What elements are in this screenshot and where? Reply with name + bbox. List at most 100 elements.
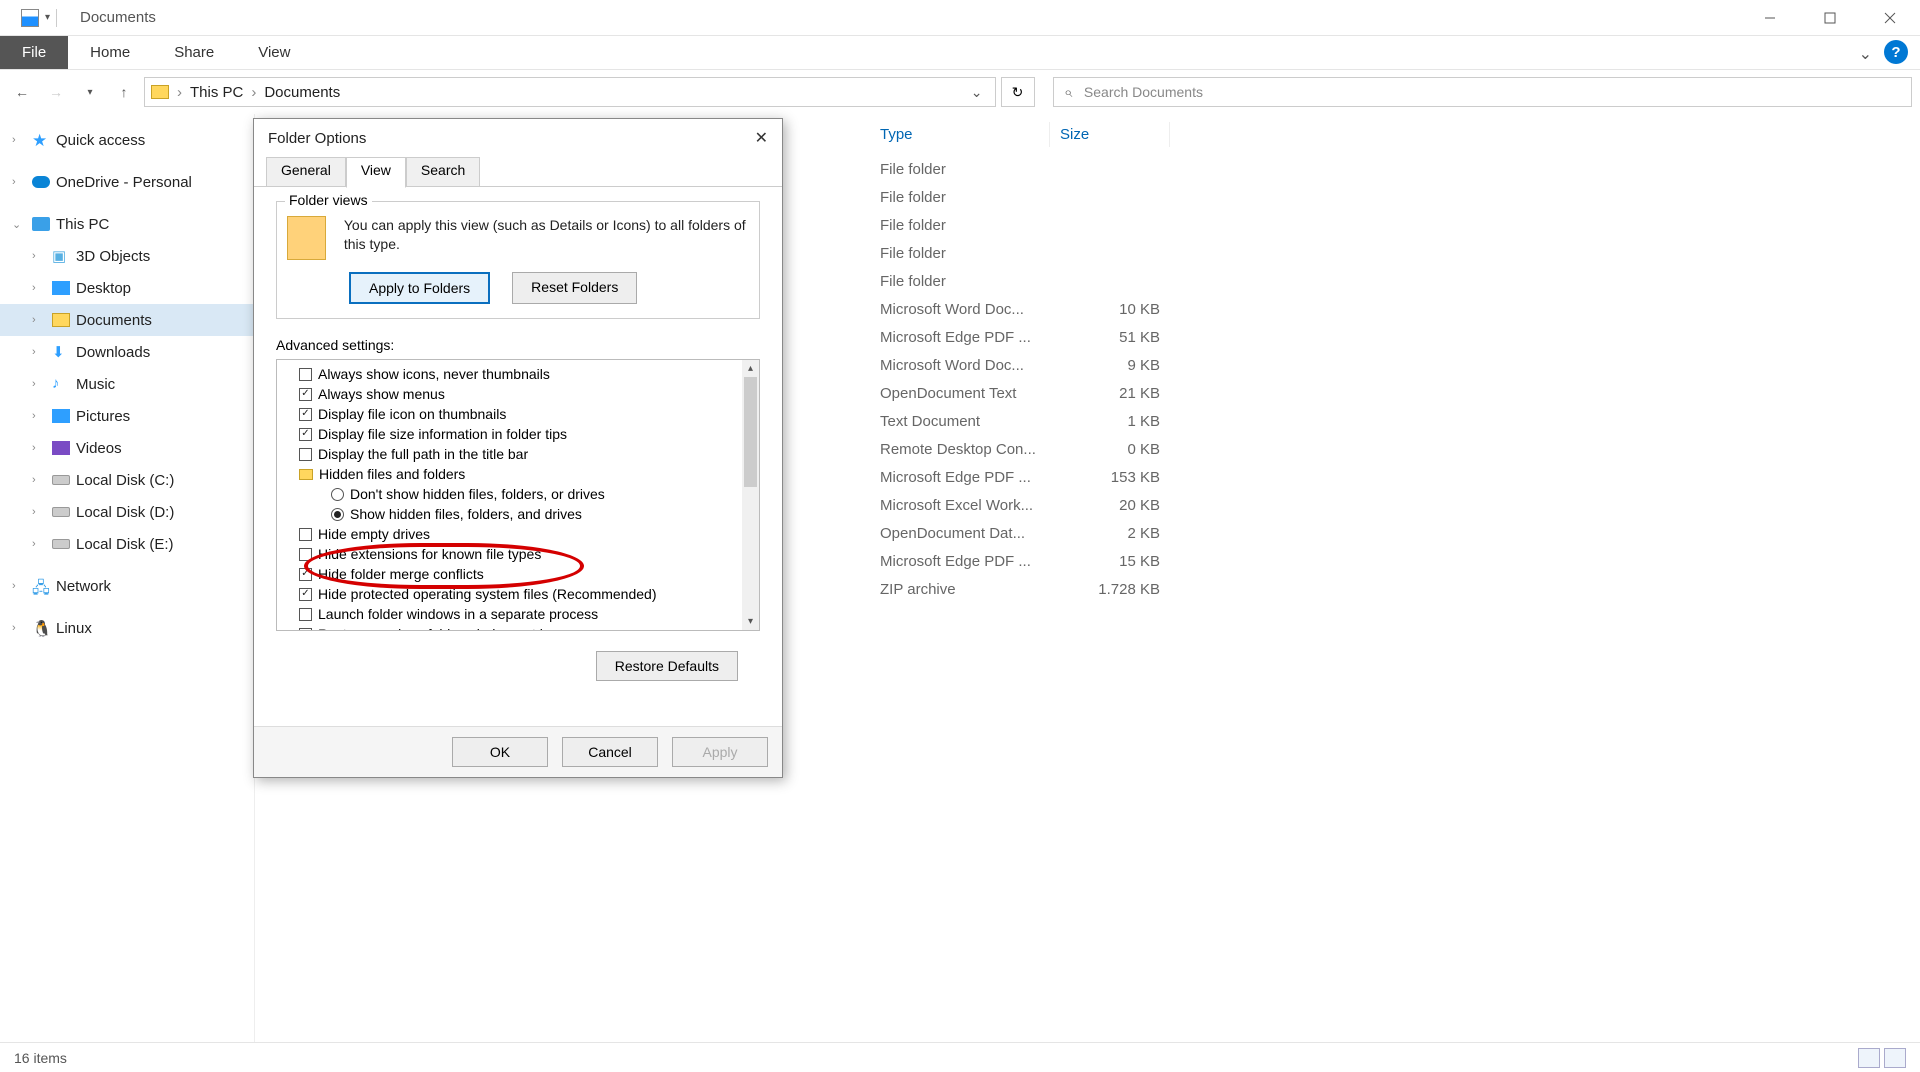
table-row[interactable]: File folder [870,239,1920,267]
table-row[interactable]: OpenDocument Text21 KB [870,379,1920,407]
refresh-button[interactable]: ↻ [1001,77,1035,107]
back-button[interactable]: ← [8,78,36,106]
table-row[interactable]: OpenDocument Dat...2 KB [870,519,1920,547]
icons-view-button[interactable] [1884,1048,1906,1068]
sidebar-item-desktop[interactable]: ›Desktop [0,272,254,304]
sidebar-item-documents[interactable]: ›Documents [0,304,254,336]
checkbox-icon[interactable] [299,628,312,632]
table-row[interactable]: File folder [870,155,1920,183]
option-restore-previous[interactable]: Restore previous folder windows at logon [299,624,759,631]
checkbox-icon[interactable] [299,528,312,541]
maximize-button[interactable] [1800,0,1860,36]
sidebar-item-disk-c[interactable]: ›Local Disk (C:) [0,464,254,496]
restore-defaults-button[interactable]: Restore Defaults [596,651,738,681]
radio-icon[interactable] [331,508,344,521]
sidebar-item-videos[interactable]: ›Videos [0,432,254,464]
table-row[interactable]: File folder [870,267,1920,295]
help-button[interactable]: ? [1884,40,1908,64]
folder-icon [151,85,169,99]
option-display-size-tips[interactable]: ✓Display file size information in folder… [299,424,759,444]
close-button[interactable] [1860,0,1920,36]
dialog-close-button[interactable]: ✕ [755,128,768,148]
address-dropdown-icon[interactable]: ⌄ [965,84,989,101]
checkbox-icon[interactable]: ✓ [299,428,312,441]
checkbox-icon[interactable] [299,548,312,561]
cancel-button[interactable]: Cancel [562,737,658,767]
home-tab[interactable]: Home [68,36,152,69]
sidebar-item-linux[interactable]: ›🐧Linux [0,612,254,644]
sidebar-item-network[interactable]: ›🖧Network [0,570,254,602]
table-row[interactable]: Microsoft Excel Work...20 KB [870,491,1920,519]
sidebar-item-disk-e[interactable]: ›Local Disk (E:) [0,528,254,560]
forward-button[interactable]: → [42,78,70,106]
table-row[interactable]: ZIP archive1.728 KB [870,575,1920,603]
option-hide-extensions[interactable]: Hide extensions for known file types [299,544,759,564]
sidebar-item-downloads[interactable]: ›⬇Downloads [0,336,254,368]
option-hide-merge[interactable]: ✓Hide folder merge conflicts [299,564,759,584]
checkbox-icon[interactable] [299,608,312,621]
view-tab[interactable]: View [236,36,312,69]
checkbox-icon[interactable]: ✓ [299,408,312,421]
tab-general[interactable]: General [266,157,346,187]
tab-search[interactable]: Search [406,157,480,187]
breadcrumb-current[interactable]: Documents [264,84,340,101]
details-view-button[interactable] [1858,1048,1880,1068]
table-row[interactable]: Remote Desktop Con...0 KB [870,435,1920,463]
table-row[interactable]: Microsoft Edge PDF ...153 KB [870,463,1920,491]
tab-view[interactable]: View [346,157,406,188]
table-row[interactable]: Microsoft Word Doc...10 KB [870,295,1920,323]
sidebar-item-quick-access[interactable]: ›★Quick access [0,124,254,156]
address-bar[interactable]: › This PC › Documents ⌄ [144,77,996,107]
minimize-button[interactable] [1740,0,1800,36]
table-row[interactable]: Microsoft Edge PDF ...15 KB [870,547,1920,575]
search-icon: ⌕ [1064,84,1072,101]
reset-folders-button[interactable]: Reset Folders [512,272,637,304]
qat-dropdown-icon[interactable]: ▾ [45,12,50,23]
checkbox-icon[interactable] [299,448,312,461]
sidebar-item-pictures[interactable]: ›Pictures [0,400,254,432]
table-row[interactable]: Microsoft Edge PDF ...51 KB [870,323,1920,351]
share-tab[interactable]: Share [152,36,236,69]
sidebar-item-3d-objects[interactable]: ›▣3D Objects [0,240,254,272]
file-type-cell: ZIP archive [870,581,1050,598]
option-hidden-yes[interactable]: Show hidden files, folders, and drives [299,504,759,524]
scroll-down-icon[interactable]: ▾ [742,613,759,630]
apply-button[interactable]: Apply [672,737,768,767]
option-hide-empty[interactable]: Hide empty drives [299,524,759,544]
sidebar-item-this-pc[interactable]: ⌄This PC [0,208,254,240]
file-tab[interactable]: File [0,36,68,69]
folder-views-text: You can apply this view (such as Details… [344,216,749,254]
option-always-menus[interactable]: ✓Always show menus [299,384,759,404]
sidebar-item-onedrive[interactable]: ›OneDrive - Personal [0,166,254,198]
ribbon-expand-icon[interactable]: ⌄ [1859,44,1872,64]
radio-icon[interactable] [331,488,344,501]
table-row[interactable]: File folder [870,183,1920,211]
table-row[interactable]: Text Document1 KB [870,407,1920,435]
apply-to-folders-button[interactable]: Apply to Folders [349,272,490,304]
option-launch-separate[interactable]: Launch folder windows in a separate proc… [299,604,759,624]
checkbox-icon[interactable]: ✓ [299,568,312,581]
history-dropdown[interactable]: ▾ [76,78,104,106]
ok-button[interactable]: OK [452,737,548,767]
table-row[interactable]: File folder [870,211,1920,239]
checkbox-icon[interactable]: ✓ [299,388,312,401]
option-hidden-no[interactable]: Don't show hidden files, folders, or dri… [299,484,759,504]
scroll-up-icon[interactable]: ▴ [742,360,759,377]
table-row[interactable]: Microsoft Word Doc...9 KB [870,351,1920,379]
breadcrumb-root[interactable]: This PC [190,84,243,101]
column-header-type[interactable]: Type [870,122,1050,147]
scroll-thumb[interactable] [744,377,757,487]
file-type-cell: Microsoft Edge PDF ... [870,329,1050,346]
checkbox-icon[interactable]: ✓ [299,588,312,601]
column-header-size[interactable]: Size [1050,122,1170,147]
option-full-path-title[interactable]: Display the full path in the title bar [299,444,759,464]
checkbox-icon[interactable] [299,368,312,381]
option-hide-os[interactable]: ✓Hide protected operating system files (… [299,584,759,604]
sidebar-item-disk-d[interactable]: ›Local Disk (D:) [0,496,254,528]
scrollbar[interactable]: ▴ ▾ [742,360,759,630]
search-box[interactable]: ⌕ Search Documents [1053,77,1913,107]
option-display-icon-thumb[interactable]: ✓Display file icon on thumbnails [299,404,759,424]
sidebar-item-music[interactable]: ›♪Music [0,368,254,400]
option-always-icons[interactable]: Always show icons, never thumbnails [299,364,759,384]
up-button[interactable]: ↑ [110,78,138,106]
